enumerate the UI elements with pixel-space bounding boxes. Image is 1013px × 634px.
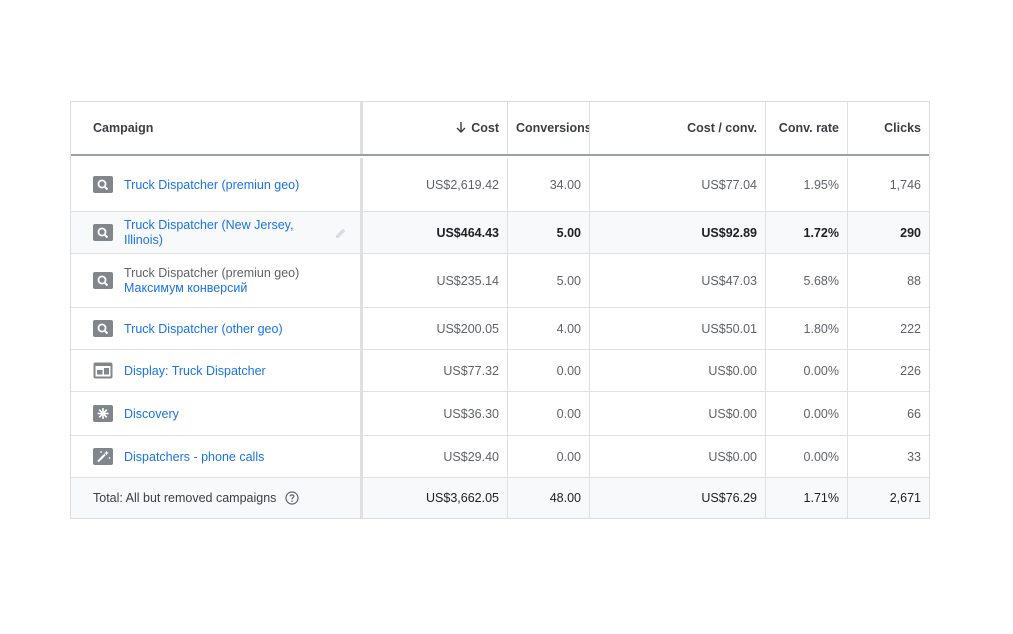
table-row: Truck Dispatcher (other geo) US$200.05 4…: [71, 308, 929, 350]
column-header-cost-per-conv[interactable]: Cost / conv.: [590, 102, 766, 154]
total-conv-rate: 1.71%: [766, 478, 848, 518]
table-row: Truck Dispatcher (premiun geo) Максимум …: [71, 254, 929, 308]
campaign-link[interactable]: Truck Dispatcher (other geo): [124, 322, 283, 336]
cost-per-conv-cell: US$77.04: [590, 158, 766, 211]
conversions-cell: 0.00: [508, 436, 590, 477]
discovery-icon: [93, 405, 113, 422]
campaign-link[interactable]: Dispatchers - phone calls: [124, 450, 264, 464]
conv-rate-cell: 5.68%: [766, 254, 848, 307]
conv-rate-cell: 0.00%: [766, 392, 848, 435]
edit-pencil-icon[interactable]: [335, 227, 347, 239]
total-cost-per-conv: US$76.29: [590, 478, 766, 518]
bid-strategy-link[interactable]: Максимум конверсий: [124, 281, 299, 296]
table-row: Dispatchers - phone calls US$29.40 0.00 …: [71, 436, 929, 478]
table-row: Truck Dispatcher (premiun geo) US$2,619.…: [71, 158, 929, 212]
table-header: Campaign Cost Conversions Cost / conv. C…: [71, 102, 929, 156]
smart-campaign-icon: [93, 448, 113, 465]
clicks-cell: 66: [907, 406, 921, 421]
campaign-name: Truck Dispatcher (premiun geo): [124, 265, 300, 280]
conversions-cell: 4.00: [508, 308, 590, 349]
cost-cell: US$29.40: [363, 436, 508, 477]
total-cost: US$3,662.05: [363, 478, 508, 518]
sort-down-arrow-icon: [456, 122, 466, 133]
cost-cell: US$77.32: [363, 350, 508, 391]
column-header-clicks[interactable]: Clicks: [848, 102, 929, 154]
cost-per-conv-cell: US$0.00: [590, 392, 766, 435]
cost-per-conv-cell: US$50.01: [590, 308, 766, 349]
campaign-link[interactable]: Truck Dispatcher (New Jersey,: [124, 218, 293, 233]
total-conversions: 48.00: [508, 478, 590, 518]
conversions-cell: 0.00: [508, 392, 590, 435]
table-row: Display: Truck Dispatcher US$77.32 0.00 …: [71, 350, 929, 392]
search-icon: [93, 224, 113, 241]
cost-per-conv-cell: US$0.00: [590, 436, 766, 477]
campaigns-table: Campaign Cost Conversions Cost / conv. C…: [70, 101, 930, 519]
clicks-cell: 33: [907, 449, 921, 464]
table-row: Discovery US$36.30 0.00 US$0.00 0.00% 66: [71, 392, 929, 436]
cost-cell: US$200.05: [363, 308, 508, 349]
conv-rate-cell: 1.72%: [766, 212, 848, 253]
conversions-cell: 34.00: [508, 158, 590, 211]
cost-per-conv-cell: US$0.00: [590, 350, 766, 391]
campaign-link-continued[interactable]: Illinois): [124, 233, 293, 248]
search-icon: [93, 320, 113, 337]
cost-cell: US$464.43: [363, 212, 508, 253]
total-label: Total: All but removed campaigns: [93, 491, 277, 505]
column-header-campaign[interactable]: Campaign: [71, 102, 363, 154]
column-header-conversions[interactable]: Conversions: [508, 102, 590, 154]
conversions-cell: 5.00: [508, 254, 590, 307]
conv-rate-cell: 1.95%: [766, 158, 848, 211]
campaign-link[interactable]: Truck Dispatcher (premiun geo): [124, 178, 299, 192]
campaign-link[interactable]: Display: Truck Dispatcher: [124, 364, 266, 378]
conversions-cell: 0.00: [508, 350, 590, 391]
search-icon: [93, 272, 113, 289]
conv-rate-cell: 0.00%: [766, 350, 848, 391]
clicks-cell: 226: [900, 363, 921, 378]
clicks-cell: 1,746: [889, 177, 921, 192]
help-icon[interactable]: [285, 491, 300, 505]
total-row: Total: All but removed campaigns US$3,66…: [71, 478, 929, 518]
clicks-cell: 290: [900, 225, 921, 240]
cost-cell: US$36.30: [363, 392, 508, 435]
table-row: Truck Dispatcher (New Jersey, Illinois) …: [71, 212, 929, 254]
total-clicks: 2,671: [889, 491, 921, 505]
column-header-cost[interactable]: Cost: [363, 102, 508, 154]
cost-per-conv-cell: US$92.89: [590, 212, 766, 253]
cost-cell: US$2,619.42: [363, 158, 508, 211]
column-header-conv-rate[interactable]: Conv. rate: [766, 102, 848, 154]
conversions-cell: 5.00: [508, 212, 590, 253]
conv-rate-cell: 0.00%: [766, 436, 848, 477]
search-icon: [93, 176, 113, 193]
cost-per-conv-cell: US$47.03: [590, 254, 766, 307]
display-icon: [93, 362, 113, 379]
clicks-cell: 88: [907, 273, 921, 288]
campaign-link[interactable]: Discovery: [124, 407, 179, 421]
conv-rate-cell: 1.80%: [766, 308, 848, 349]
cost-cell: US$235.14: [363, 254, 508, 307]
clicks-cell: 222: [900, 321, 921, 336]
